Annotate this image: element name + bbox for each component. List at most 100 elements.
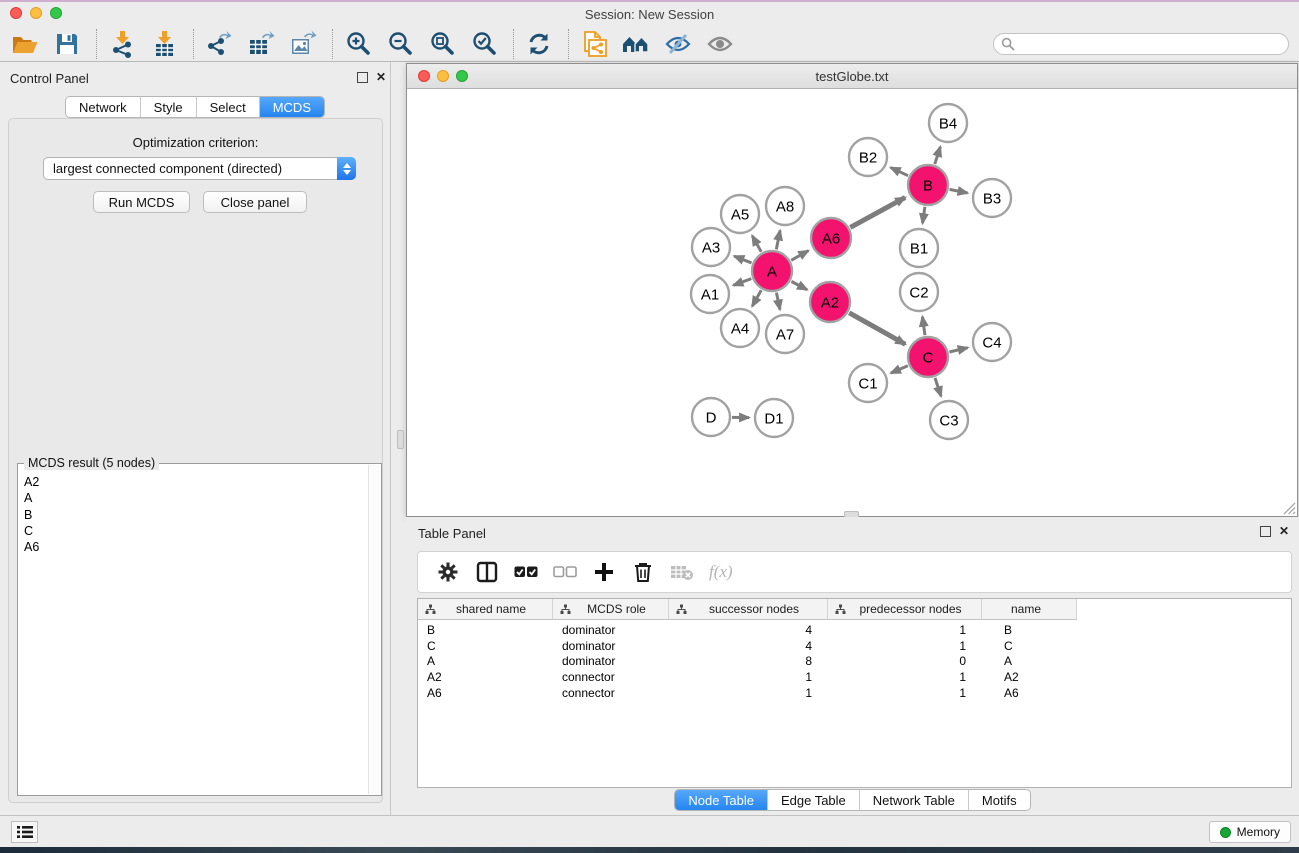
cell-successor-nodes[interactable]: 8	[669, 654, 828, 668]
network-zoom-button[interactable]	[456, 70, 468, 82]
open-session-icon[interactable]	[10, 29, 40, 59]
network-close-button[interactable]	[418, 70, 430, 82]
refresh-icon[interactable]	[524, 29, 554, 59]
cell-shared-name[interactable]: A	[418, 654, 553, 668]
table-options-gear-icon[interactable]	[434, 558, 462, 586]
float-panel-icon[interactable]	[357, 72, 368, 83]
zoom-selected-icon[interactable]	[469, 29, 499, 59]
import-table-icon[interactable]	[149, 29, 179, 59]
add-column-icon[interactable]	[590, 558, 618, 586]
zoom-fit-icon[interactable]	[427, 29, 457, 59]
function-builder-icon[interactable]: f(x)	[709, 562, 733, 582]
close-table-panel-icon[interactable]: ✕	[1279, 524, 1289, 538]
cell-predecessor-nodes[interactable]: 1	[828, 623, 982, 637]
cell-shared-name[interactable]: C	[418, 639, 553, 653]
task-history-button[interactable]	[11, 821, 38, 843]
panel-splitter-handle-vertical[interactable]	[397, 430, 404, 449]
cell-predecessor-nodes[interactable]: 1	[828, 686, 982, 700]
cell-MCDS-role[interactable]: connector	[553, 686, 669, 700]
graph-edge-C-C2[interactable]	[922, 317, 925, 335]
table-row[interactable]: Bdominator41B	[418, 622, 1291, 638]
column-header-MCDS-role[interactable]: MCDS role	[553, 599, 669, 620]
delete-column-trash-icon[interactable]	[629, 558, 657, 586]
node-table[interactable]: shared nameMCDS rolesuccessor nodesprede…	[417, 598, 1292, 788]
graph-edge-B-B1[interactable]	[923, 207, 925, 223]
save-session-icon[interactable]	[52, 29, 82, 59]
graph-edge-A-A2[interactable]	[791, 281, 807, 289]
cell-MCDS-role[interactable]: connector	[553, 670, 669, 684]
mcds-result-item[interactable]: B	[24, 507, 368, 523]
cell-shared-name[interactable]: A6	[418, 686, 553, 700]
tab-node-table[interactable]: Node Table	[675, 790, 768, 810]
tab-mcds[interactable]: MCDS	[260, 97, 324, 117]
cell-predecessor-nodes[interactable]: 0	[828, 654, 982, 668]
tab-style[interactable]: Style	[141, 97, 197, 117]
graph-edge-C-C4[interactable]	[949, 348, 967, 352]
optimization-criterion-dropdown[interactable]: largest connected component (directed)	[43, 157, 356, 180]
float-table-panel-icon[interactable]	[1260, 526, 1271, 537]
zoom-window-button[interactable]	[50, 7, 62, 19]
cell-MCDS-role[interactable]: dominator	[553, 639, 669, 653]
tab-network-table[interactable]: Network Table	[860, 790, 969, 810]
cell-predecessor-nodes[interactable]: 1	[828, 670, 982, 684]
table-row[interactable]: A2connector11A2	[418, 669, 1291, 685]
graph-edge-A6-B[interactable]	[850, 197, 905, 227]
tab-edge-table[interactable]: Edge Table	[768, 790, 860, 810]
graph-edge-C-C3[interactable]	[935, 378, 941, 396]
show-column-icon[interactable]	[473, 558, 501, 586]
close-panel-button[interactable]: Close panel	[203, 191, 307, 213]
graph-edge-C-C1[interactable]	[891, 366, 908, 373]
cell-MCDS-role[interactable]: dominator	[553, 623, 669, 637]
graph-edge-A-A7[interactable]	[776, 293, 780, 310]
network-canvas[interactable]: ABCA6A2A1A3A4A5A7A8B1B2B3B4C1C2C3C4DD1	[407, 89, 1297, 516]
zoom-in-icon[interactable]	[343, 29, 373, 59]
mcds-result-item[interactable]: A	[24, 490, 368, 506]
hide-details-icon[interactable]	[663, 29, 693, 59]
mcds-result-item[interactable]: C	[24, 523, 368, 539]
minimize-window-button[interactable]	[30, 7, 42, 19]
cell-name[interactable]: A6	[982, 686, 1077, 700]
export-network-icon[interactable]	[204, 29, 234, 59]
result-scrollbar[interactable]	[368, 465, 380, 794]
delete-table-icon[interactable]	[668, 558, 696, 586]
cell-successor-nodes[interactable]: 4	[669, 639, 828, 653]
close-window-button[interactable]	[10, 7, 22, 19]
network-snapshot-icon[interactable]	[579, 29, 609, 59]
cell-successor-nodes[interactable]: 1	[669, 686, 828, 700]
run-mcds-button[interactable]: Run MCDS	[93, 191, 190, 213]
tab-select[interactable]: Select	[197, 97, 260, 117]
first-neighbors-icon[interactable]	[621, 29, 651, 59]
graph-edge-A2-C[interactable]	[849, 313, 905, 345]
column-header-predecessor-nodes[interactable]: predecessor nodes	[828, 599, 982, 620]
mcds-result-list[interactable]: A2ABCA6	[19, 470, 368, 794]
close-panel-icon[interactable]: ✕	[376, 70, 386, 84]
network-window-titlebar[interactable]: testGlobe.txt	[407, 64, 1297, 89]
graph-edge-B-B2[interactable]	[891, 168, 908, 176]
tab-motifs[interactable]: Motifs	[969, 790, 1030, 810]
cell-name[interactable]: C	[982, 639, 1077, 653]
cell-predecessor-nodes[interactable]: 1	[828, 639, 982, 653]
cell-shared-name[interactable]: A2	[418, 670, 553, 684]
select-all-checkboxes-icon[interactable]	[512, 558, 540, 586]
column-header-successor-nodes[interactable]: successor nodes	[669, 599, 828, 620]
graph-edge-A-A3[interactable]	[734, 256, 751, 263]
cell-name[interactable]: B	[982, 623, 1077, 637]
graph-edge-A-A5[interactable]	[752, 236, 761, 252]
tab-network[interactable]: Network	[66, 97, 141, 117]
cell-name[interactable]: A2	[982, 670, 1077, 684]
import-network-icon[interactable]	[107, 29, 137, 59]
mcds-result-item[interactable]: A6	[24, 539, 368, 555]
cell-name[interactable]: A	[982, 654, 1077, 668]
table-row[interactable]: A6connector11A6	[418, 685, 1291, 701]
cell-shared-name[interactable]: B	[418, 623, 553, 637]
graph-edge-B-B3[interactable]	[950, 189, 968, 193]
graph-edge-A-A8[interactable]	[776, 231, 780, 250]
window-resize-grip[interactable]	[1281, 500, 1296, 515]
cell-successor-nodes[interactable]: 4	[669, 623, 828, 637]
table-row[interactable]: Adominator80A	[418, 654, 1291, 670]
search-input[interactable]	[993, 33, 1289, 55]
graph-edge-A-A1[interactable]	[733, 279, 751, 286]
network-minimize-button[interactable]	[437, 70, 449, 82]
memory-button[interactable]: Memory	[1209, 821, 1291, 843]
zoom-out-icon[interactable]	[385, 29, 415, 59]
